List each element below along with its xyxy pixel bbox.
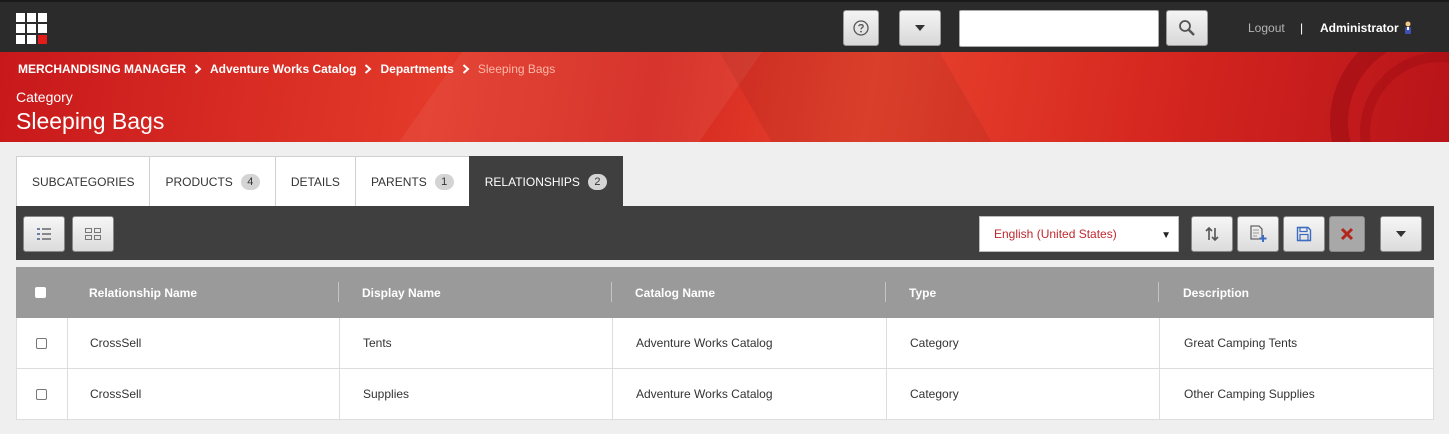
add-document-icon bbox=[1250, 225, 1267, 242]
tab-subcategories[interactable]: SUBCATEGORIES bbox=[16, 156, 151, 206]
language-select[interactable]: English (United States) ▼ bbox=[979, 216, 1179, 252]
tab-label: DETAILS bbox=[290, 174, 340, 189]
language-value: English (United States) bbox=[994, 227, 1117, 241]
delete-x-icon bbox=[1340, 227, 1354, 241]
cell-display-name: Supplies bbox=[363, 387, 410, 401]
column-header-catalog-name[interactable]: Catalog Name bbox=[635, 267, 715, 318]
grid-toolbar: English (United States) ▼ bbox=[16, 206, 1434, 260]
cell-relationship-name: CrossSell bbox=[90, 336, 142, 350]
search-icon bbox=[1179, 20, 1195, 36]
chevron-right-icon bbox=[365, 64, 372, 74]
help-button[interactable] bbox=[843, 10, 879, 46]
column-header-display-name[interactable]: Display Name bbox=[362, 267, 441, 318]
tab-bar: SUBCATEGORIES PRODUCTS 4 DETAILS PARENTS… bbox=[16, 156, 623, 206]
column-header-type[interactable]: Type bbox=[909, 267, 936, 318]
save-button[interactable] bbox=[1283, 216, 1325, 252]
column-header-relationship-name[interactable]: Relationship Name bbox=[89, 267, 197, 318]
top-bar: Logout | Administrator bbox=[0, 0, 1449, 52]
delete-button[interactable] bbox=[1329, 216, 1365, 252]
cell-catalog-name: Adventure Works Catalog bbox=[636, 336, 773, 350]
column-header-description[interactable]: Description bbox=[1183, 267, 1249, 318]
page-header: MERCHANDISING MANAGER Adventure Works Ca… bbox=[0, 52, 1449, 142]
add-relationship-button[interactable] bbox=[1237, 216, 1279, 252]
select-all-checkbox[interactable] bbox=[35, 287, 46, 298]
caret-down-icon bbox=[1396, 231, 1406, 237]
menu-dropdown-button[interactable] bbox=[899, 10, 941, 46]
logout-link[interactable]: Logout bbox=[1248, 21, 1285, 35]
cell-catalog-name: Adventure Works Catalog bbox=[636, 387, 773, 401]
breadcrumb-item[interactable]: MERCHANDISING MANAGER bbox=[18, 62, 186, 76]
caret-down-icon bbox=[915, 25, 925, 31]
breadcrumb: MERCHANDISING MANAGER Adventure Works Ca… bbox=[18, 62, 555, 76]
caret-down-icon: ▼ bbox=[1161, 230, 1171, 241]
tab-parents[interactable]: PARENTS 1 bbox=[354, 156, 470, 206]
separator: | bbox=[1300, 21, 1304, 35]
cell-display-name: Tents bbox=[363, 336, 392, 350]
tab-relationships[interactable]: RELATIONSHIPS 2 bbox=[468, 156, 623, 206]
cell-relationship-name: CrossSell bbox=[90, 387, 142, 401]
table-row[interactable]: CrossSell Tents Adventure Works Catalog … bbox=[16, 318, 1434, 369]
relationships-grid: Relationship Name Display Name Catalog N… bbox=[16, 267, 1434, 420]
user-icon[interactable] bbox=[1403, 20, 1413, 36]
table-row[interactable]: CrossSell Supplies Adventure Works Catal… bbox=[16, 369, 1434, 420]
app-logo[interactable] bbox=[16, 13, 49, 46]
tab-label: PRODUCTS bbox=[165, 174, 233, 189]
tab-details[interactable]: DETAILS bbox=[274, 156, 356, 206]
page-title: Sleeping Bags bbox=[16, 108, 165, 134]
tile-view-icon bbox=[85, 228, 101, 240]
sort-arrows-icon bbox=[1205, 226, 1219, 242]
chevron-right-icon bbox=[194, 64, 202, 74]
breadcrumb-item[interactable]: Adventure Works Catalog bbox=[210, 62, 356, 76]
cell-description: Other Camping Supplies bbox=[1184, 387, 1315, 401]
tab-label: PARENTS bbox=[370, 174, 427, 189]
count-badge: 2 bbox=[587, 173, 607, 190]
tab-label: SUBCATEGORIES bbox=[32, 174, 135, 189]
breadcrumb-current: Sleeping Bags bbox=[477, 62, 556, 76]
user-name[interactable]: Administrator bbox=[1320, 21, 1399, 35]
count-badge: 4 bbox=[240, 173, 260, 190]
grid-header: Relationship Name Display Name Catalog N… bbox=[16, 267, 1434, 318]
count-badge: 1 bbox=[434, 173, 454, 190]
list-view-icon bbox=[37, 228, 51, 240]
tab-label: RELATIONSHIPS bbox=[484, 174, 580, 189]
more-options-button[interactable] bbox=[1380, 216, 1422, 252]
breadcrumb-item[interactable]: Departments bbox=[380, 62, 453, 76]
save-icon bbox=[1296, 226, 1312, 242]
entity-type-label: Category bbox=[16, 89, 73, 105]
row-checkbox[interactable] bbox=[36, 337, 47, 349]
search-input[interactable] bbox=[959, 10, 1159, 47]
sort-button[interactable] bbox=[1191, 216, 1233, 252]
cell-description: Great Camping Tents bbox=[1184, 336, 1298, 350]
tab-products[interactable]: PRODUCTS 4 bbox=[149, 156, 276, 206]
tile-view-button[interactable] bbox=[72, 216, 114, 252]
search-button[interactable] bbox=[1166, 10, 1208, 46]
list-view-button[interactable] bbox=[23, 216, 65, 252]
cell-type: Category bbox=[910, 336, 959, 350]
chevron-right-icon bbox=[462, 64, 470, 74]
row-checkbox[interactable] bbox=[36, 388, 47, 400]
cell-type: Category bbox=[910, 387, 959, 401]
help-icon bbox=[853, 20, 869, 36]
